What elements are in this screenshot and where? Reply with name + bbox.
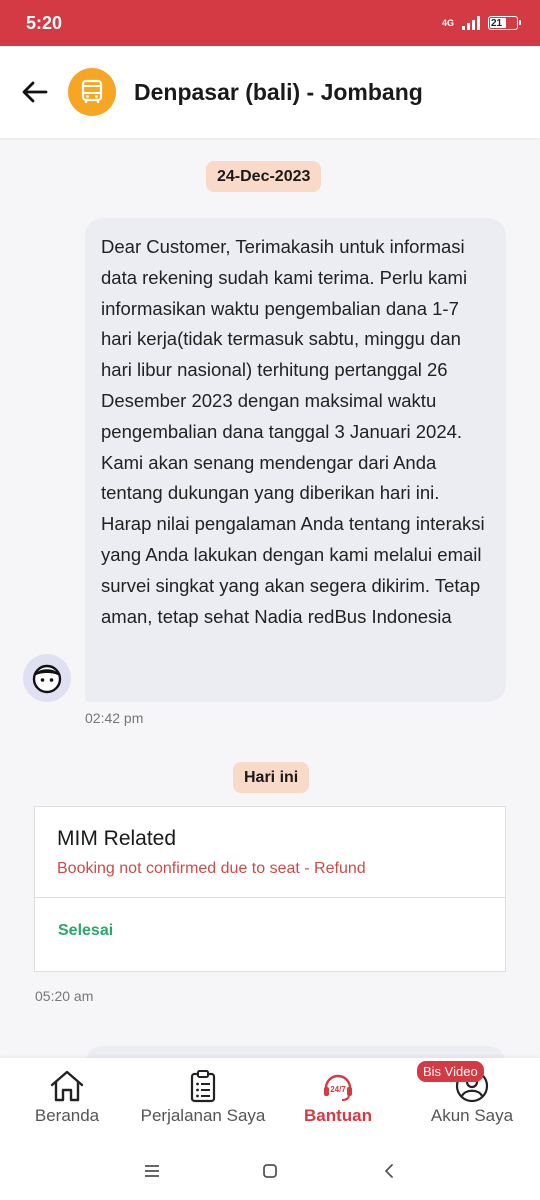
ticket-header: MIM Related Booking not confirmed due to… — [35, 807, 505, 898]
bus-avatar — [68, 68, 116, 116]
bus-icon — [81, 79, 103, 103]
agent-message-bubble: Dear Customer, Terimakasih untuk informa… — [85, 218, 506, 702]
page-title: Denpasar (bali) - Jombang — [134, 78, 423, 105]
nav-label-bantuan: Bantuan — [304, 1106, 372, 1125]
today-chip: Hari ini — [233, 762, 310, 793]
svg-text:24/7: 24/7 — [330, 1085, 346, 1094]
arrow-left-icon — [22, 81, 48, 103]
home-icon — [50, 1070, 84, 1102]
menu-lines-icon — [145, 1165, 159, 1177]
chevron-left-icon — [385, 1164, 393, 1178]
bis-video-badge[interactable]: Bis Video — [417, 1061, 484, 1082]
battery-level: 21 — [491, 17, 503, 29]
date-chip: 24-Dec-2023 — [206, 161, 322, 192]
support-247-icon: 24/7 — [324, 1074, 352, 1101]
back-system-button[interactable] — [374, 1156, 404, 1186]
ticket-card[interactable]: MIM Related Booking not confirmed due to… — [34, 806, 506, 972]
ticket-subtitle: Booking not confirmed due to seat - Refu… — [57, 860, 366, 877]
back-button[interactable] — [0, 46, 70, 138]
app-header: Denpasar (bali) - Jombang — [0, 46, 540, 138]
clipboard-icon — [190, 1070, 216, 1103]
agent-avatar — [23, 654, 71, 702]
network-type: 4G — [441, 17, 454, 28]
status-time: 5:20 — [26, 12, 63, 33]
nav-label-akun-saya: Akun Saya — [430, 1106, 514, 1125]
nav-label-beranda: Beranda — [34, 1106, 100, 1125]
message-timestamp: 02:42 pm — [85, 710, 144, 726]
nav-label-perjalanan-saya: Perjalanan Saya — [140, 1106, 266, 1125]
recent-apps-button[interactable] — [137, 1156, 167, 1186]
square-icon — [263, 1164, 277, 1178]
nav-item-bantuan[interactable]: 24/7 Bantuan — [292, 1058, 384, 1142]
signal-icon — [462, 16, 480, 30]
system-navigation-bar — [0, 1142, 540, 1200]
status-bar: 5:20 4G 21 — [0, 0, 540, 46]
agent-face-icon — [32, 664, 62, 694]
nav-item-perjalanan-saya[interactable]: Perjalanan Saya — [132, 1058, 274, 1142]
ticket-timestamp: 05:20 am — [35, 988, 94, 1004]
status-icons: 4G 21 — [441, 16, 521, 30]
ticket-title: MIM Related — [57, 827, 177, 850]
ticket-status: Selesai — [58, 922, 114, 939]
home-system-button[interactable] — [255, 1156, 285, 1186]
nav-item-beranda[interactable]: Beranda — [18, 1058, 116, 1142]
battery-icon: 21 — [488, 16, 521, 30]
